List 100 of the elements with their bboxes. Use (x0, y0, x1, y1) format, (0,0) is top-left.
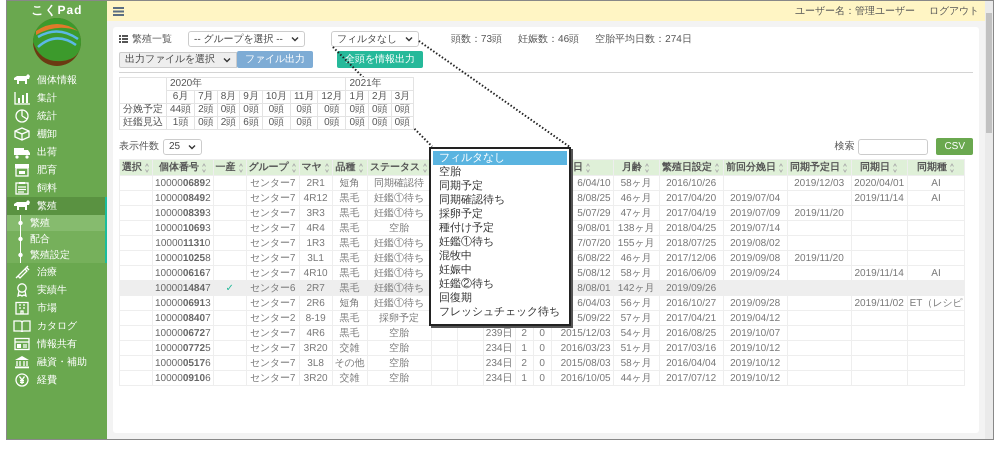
table-cell: 2017/03/16 (659, 340, 724, 356)
table-cell: 2017/04/21 (659, 310, 724, 326)
table-cell: 0頭 (346, 116, 369, 130)
stat-text: 頭数：73頭 (450, 32, 502, 46)
sort-icon (238, 162, 244, 172)
table-cell: 1000006913 (152, 296, 214, 310)
sidebar-item[interactable]: 繁殖 (7, 197, 105, 215)
table-cell: センター7 (246, 340, 300, 356)
table-cell: 2019/10/12 (723, 356, 788, 370)
table-cell: 黒毛 (332, 310, 368, 326)
table-cell: 9月 (240, 90, 262, 104)
table-cell: 57ヶ月 (613, 310, 660, 326)
sort-icon (144, 162, 150, 172)
table-cell: 黒毛 (332, 280, 368, 296)
table-cell: 2019/04/12 (723, 310, 788, 326)
table-cell: 2019/07/04 (723, 190, 788, 206)
table-cell: 2月 (368, 90, 392, 104)
box-icon (13, 127, 31, 141)
table-cell: 空胎 (367, 340, 432, 356)
table-cell: 1000008393 (152, 206, 214, 220)
menu-icon[interactable] (113, 6, 124, 16)
table-cell: 8月 (217, 90, 240, 104)
table-cell: 234日 (483, 340, 516, 356)
table-cell: 1R3 (299, 236, 332, 250)
table-cell: 46ヶ月 (613, 190, 660, 206)
output-file-select[interactable]: 出力ファイルを選択 (119, 52, 237, 68)
table-cell: センター7 (246, 250, 300, 266)
table-cell: 51ヶ月 (613, 340, 660, 356)
logout-link[interactable]: ログアウト (929, 4, 979, 18)
table-cell: 2020年 (166, 78, 346, 90)
page-size-select[interactable]: 25 (163, 138, 202, 154)
bar-chart-icon (13, 91, 31, 105)
table-cell: 44頭 (166, 104, 195, 116)
table-cell: センター7 (246, 326, 300, 340)
cow-icon (13, 199, 31, 213)
table-cell: 1000008407 (152, 310, 214, 326)
dropdown-option[interactable]: 空胎 (433, 164, 568, 178)
table-cell: 交雑 (332, 370, 368, 386)
table-cell: 2R1 (299, 176, 332, 190)
table-cell: 155ヶ月 (613, 236, 660, 250)
group-select[interactable]: -- グループを選択 -- (188, 31, 305, 47)
bank-icon (13, 355, 31, 369)
scrollbar[interactable] (985, 1, 993, 439)
table-cell: 234日 (483, 356, 516, 370)
table-cell: 2015/08/03 (551, 356, 614, 370)
table-cell: 短角 (332, 296, 368, 310)
table-cell: 8-19 (299, 310, 332, 326)
leaf-logo (32, 17, 82, 67)
table-cell: 2020/04/01 (851, 176, 908, 190)
table-cell: 0頭 (368, 104, 392, 116)
table-cell: センター7 (246, 206, 300, 220)
table-cell: センター7 (246, 176, 300, 190)
table-cell: 0頭 (290, 116, 318, 130)
caret-icon (290, 36, 299, 42)
table-cell: センター7 (246, 296, 300, 310)
table-cell: 2016/03/23 (551, 340, 614, 356)
table-cell: 黒毛 (332, 206, 368, 220)
table-cell: 2019/10/12 (723, 340, 788, 356)
sort-icon (358, 162, 364, 172)
table-cell: 3L8 (299, 356, 332, 370)
table-cell: 11月 (290, 90, 318, 104)
table-cell: 54ヶ月 (613, 326, 660, 340)
table-cell: 2017/12/06 (659, 250, 724, 266)
clipboard-icon (13, 181, 31, 195)
table-cell: 2頭 (217, 116, 240, 130)
table-cell: 12月 (318, 90, 346, 104)
sort-icon (422, 162, 428, 172)
table-cell: 6月 (166, 90, 195, 104)
table-cell: 短角 (332, 176, 368, 190)
sort-icon (585, 162, 592, 172)
table-cell: 0頭 (346, 104, 369, 116)
table-cell: 1000009106 (152, 370, 214, 386)
table-cell: 2021年 (346, 78, 414, 90)
table-cell: 0頭 (318, 116, 346, 130)
filter-select[interactable]: フィルタなし (330, 31, 419, 47)
table-cell: 3月 (391, 90, 414, 104)
table-cell: 1000010258 (152, 250, 214, 266)
table-cell: 2019/08/02 (723, 236, 788, 250)
search-field[interactable] (858, 138, 928, 154)
sort-icon (200, 162, 207, 172)
table-cell: 7月 (194, 90, 218, 104)
table-cell: 47ヶ月 (613, 206, 660, 220)
caret-icon (223, 56, 231, 62)
table-cell: 空胎 (367, 370, 432, 386)
list-icon (119, 35, 128, 43)
table-cell: 2頭 (194, 104, 218, 116)
table-cell: 0 (533, 356, 552, 370)
table-cell: 2016/10/05 (551, 370, 614, 386)
table-cell: 2019/10/12 (723, 370, 788, 386)
table-cell: 2017/04/19 (659, 206, 724, 220)
search-label: 検索 (834, 140, 854, 154)
table-cell: 2019/09/26 (659, 280, 724, 296)
truck-icon (13, 145, 31, 159)
sort-icon (949, 162, 956, 172)
table-cell: センター6 (246, 280, 300, 296)
store-icon (13, 163, 31, 177)
table-cell: 1000006892 (152, 176, 214, 190)
table-cell: 0 (533, 340, 552, 356)
user-name: ユーザー名：管理ユーザー (795, 4, 915, 18)
sort-icon (324, 162, 330, 172)
